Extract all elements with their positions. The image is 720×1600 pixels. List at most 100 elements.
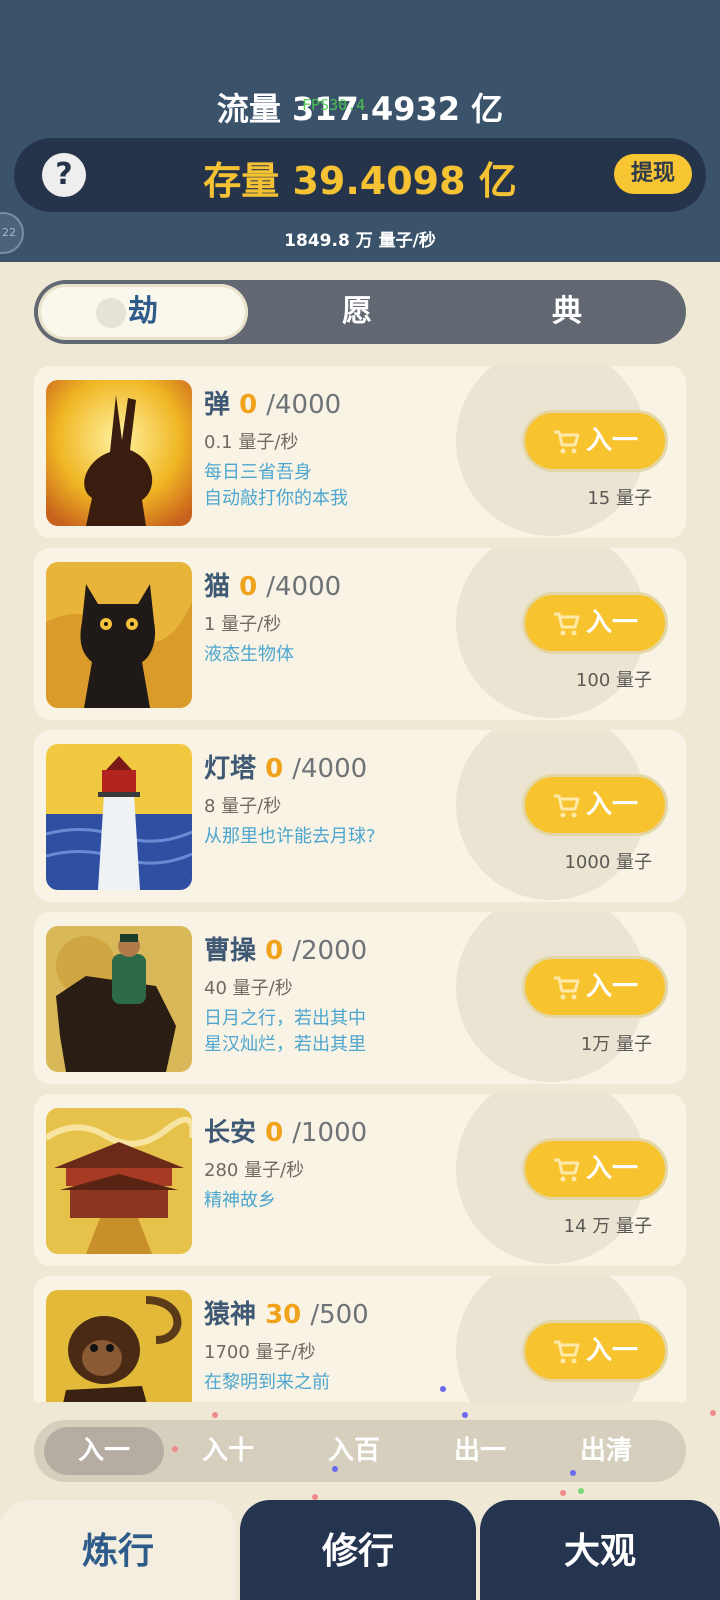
buy-label: 入一 (585, 1336, 638, 1366)
buy-label: 入一 (585, 790, 638, 820)
buy-button[interactable]: 入一 (522, 592, 668, 654)
buy-label: 入一 (585, 972, 638, 1002)
desc-line: 在黎明到来之前 (204, 1372, 330, 1393)
item-rate: 280 量子/秒 (204, 1160, 305, 1181)
item-title: 猿神 30 /500 (204, 1294, 369, 1331)
item-count: 0 (265, 936, 284, 966)
particle (578, 1488, 584, 1494)
buy-label: 入一 (585, 426, 638, 456)
item-cost: 100 量子 (575, 670, 652, 691)
item-max: /1000 (292, 1118, 368, 1148)
item-card-dan: 弹 0 /4000 0.1 量子/秒 每日三省吾身 自动敲打你的本我 入一 15… (34, 366, 686, 538)
desc-line: 日月之行，若出其中 (204, 1008, 366, 1029)
item-image (46, 562, 192, 708)
tab-label: 典 (552, 294, 582, 329)
item-card-yuanshen: 猿神 30 /500 1700 量子/秒 在黎明到来之前 入一 (34, 1276, 686, 1402)
item-max: /4000 (266, 390, 342, 420)
qty-buy-hundred[interactable]: 入百 (294, 1420, 414, 1482)
cart-icon (553, 430, 580, 453)
item-count: 0 (239, 572, 258, 602)
item-card-changan: 长安 0 /1000 280 量子/秒 精神故乡 入一 14 万 量子 (34, 1094, 686, 1266)
item-rate: 40 量子/秒 (204, 978, 293, 999)
desc-line: 每日三省吾身 (204, 462, 312, 483)
qty-buy-ten[interactable]: 入十 (168, 1420, 288, 1482)
tab-jie[interactable]: 劫 (38, 284, 248, 340)
buy-button[interactable]: 入一 (522, 1320, 668, 1382)
item-rate: 1 量子/秒 (204, 614, 282, 635)
buy-label: 入一 (585, 608, 638, 638)
item-count: 30 (265, 1300, 302, 1330)
item-name: 猿神 (204, 1300, 257, 1330)
item-name: 弹 (204, 390, 231, 420)
qty-sell-one[interactable]: 出一 (420, 1420, 540, 1482)
item-cost: 1000 量子 (564, 852, 652, 873)
item-max: /2000 (292, 936, 368, 966)
qty-buy-one[interactable]: 入一 (44, 1427, 164, 1475)
item-name: 长安 (204, 1118, 257, 1148)
item-description: 液态生物体 (204, 642, 294, 668)
production-rate: 1849.8 万 量子/秒 (284, 231, 436, 251)
stock-bar: ? 存量 39.4098 亿 提现 (14, 138, 706, 212)
item-name: 猫 (204, 572, 231, 602)
item-rate: 8 量子/秒 (204, 796, 282, 817)
cart-icon (553, 794, 580, 817)
item-max: /500 (310, 1300, 369, 1330)
qty-sell-all[interactable]: 出清 (546, 1420, 666, 1482)
particle (710, 1410, 716, 1416)
item-name: 灯塔 (204, 754, 257, 784)
particle (212, 1412, 218, 1418)
category-tabs: 劫 愿 典 (34, 280, 686, 344)
item-title: 弹 0 /4000 (204, 384, 341, 421)
item-title: 灯塔 0 /4000 (204, 748, 367, 785)
item-title: 长安 0 /1000 (204, 1112, 367, 1149)
buy-button[interactable]: 入一 (522, 1138, 668, 1200)
item-title: 曹操 0 /2000 (204, 930, 367, 967)
desc-line: 精神故乡 (204, 1190, 276, 1211)
item-card-caocao: 曹操 0 /2000 40 量子/秒 日月之行，若出其中 星汉灿烂，若出其里 入… (34, 912, 686, 1084)
nav-lianxing[interactable]: 炼行 (0, 1500, 236, 1600)
stock-total: 存量 39.4098 亿 (203, 159, 517, 203)
item-count: 0 (265, 754, 284, 784)
item-image (46, 1108, 192, 1254)
cart-icon (553, 612, 580, 635)
buy-button[interactable]: 入一 (522, 956, 668, 1018)
tab-label: 愿 (342, 294, 372, 329)
tab-dian[interactable]: 典 (462, 280, 672, 344)
particle (560, 1490, 566, 1496)
item-description: 从那里也许能去月球? (204, 824, 376, 850)
item-image (46, 744, 192, 890)
particle (440, 1386, 446, 1392)
item-rate: 0.1 量子/秒 (204, 432, 299, 453)
particle (172, 1446, 178, 1452)
header: 流量 317.4932 亿 FPS30.4 ? 存量 39.4098 亿 提现 … (0, 0, 720, 262)
item-description: 每日三省吾身 自动敲打你的本我 (204, 460, 348, 512)
cart-icon (553, 1340, 580, 1363)
item-image (46, 1290, 192, 1402)
cart-icon (553, 976, 580, 999)
desc-line: 从那里也许能去月球? (204, 826, 376, 847)
nav-daguan[interactable]: 大观 (480, 1500, 720, 1600)
item-cost: 1万 量子 (580, 1034, 652, 1055)
desc-line: 星汉灿烂，若出其里 (204, 1034, 366, 1055)
particle (462, 1412, 468, 1418)
item-cost: 14 万 量子 (563, 1216, 652, 1237)
item-count: 0 (265, 1118, 284, 1148)
buy-button[interactable]: 入一 (522, 410, 668, 472)
item-image (46, 926, 192, 1072)
item-card-mao: 猫 0 /4000 1 量子/秒 液态生物体 入一 100 量子 (34, 548, 686, 720)
particle (570, 1470, 576, 1476)
particle (332, 1466, 338, 1472)
item-description: 日月之行，若出其中 星汉灿烂，若出其里 (204, 1006, 366, 1058)
tab-label: 劫 (128, 294, 158, 329)
nav-xiuxing[interactable]: 修行 (240, 1500, 476, 1600)
tab-yuan[interactable]: 愿 (252, 280, 462, 344)
tab-blob-icon (96, 298, 126, 328)
fps-overlay: FPS30.4 (302, 96, 366, 114)
item-list[interactable]: 弹 0 /4000 0.1 量子/秒 每日三省吾身 自动敲打你的本我 入一 15… (34, 362, 686, 1402)
item-rate: 1700 量子/秒 (204, 1342, 316, 1363)
item-description: 精神故乡 (204, 1188, 276, 1214)
desc-line: 液态生物体 (204, 644, 294, 665)
item-max: /4000 (266, 572, 342, 602)
buy-button[interactable]: 入一 (522, 774, 668, 836)
withdraw-button[interactable]: 提现 (614, 154, 692, 194)
